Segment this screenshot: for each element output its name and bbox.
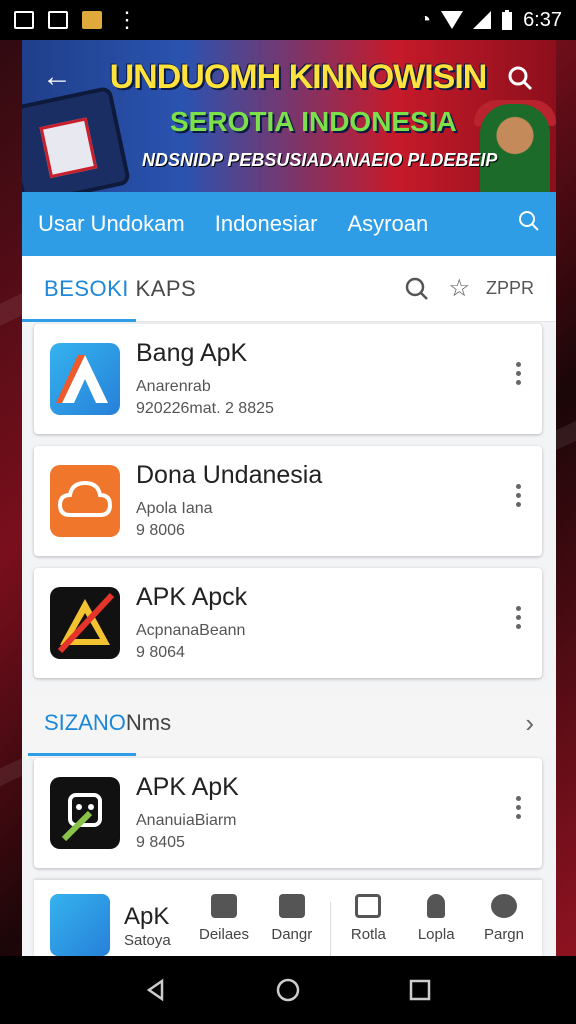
app-meta: 920226mat. 2 8825 (136, 399, 274, 417)
more-vert-icon[interactable] (516, 484, 524, 507)
robot-icon (50, 777, 120, 849)
camera-icon (211, 894, 237, 918)
app-card[interactable]: APK ApK AnanuiaBiarm 9 8405 (34, 758, 542, 868)
search-icon[interactable] (500, 58, 540, 98)
app-name: APK Apck (136, 582, 248, 611)
wifi-icon (441, 11, 464, 29)
gallery-icon (48, 11, 68, 29)
tab-underline (22, 319, 136, 322)
featured-app-name: ApK (124, 902, 170, 930)
app-developer: Anarenrab (136, 377, 211, 395)
more-vert-icon[interactable] (516, 606, 524, 629)
app-window: ← UNDUOMH KINNOWISIN SEROTIA INDONESIA N… (22, 40, 556, 956)
app-meta: 9 8006 (136, 521, 185, 539)
app-icon (82, 11, 102, 29)
alarm-icon: ◔ (418, 8, 432, 31)
app-developer: AcpnanaBeann (136, 621, 246, 639)
tab-bar: Usar Undokam Indonesiar Asyroan (22, 192, 556, 256)
section-title: SIZANONms (44, 710, 172, 735)
nav-item-deilaes[interactable]: Deilaes (194, 894, 254, 956)
app-name: APK ApK (136, 772, 239, 801)
more-vert-icon[interactable] (516, 796, 524, 819)
status-bar: ⋮ ◔ 6:37 (0, 0, 576, 40)
nav-item-lopla[interactable]: Lopla (406, 894, 466, 956)
home-icon[interactable] (275, 977, 301, 1003)
square-icon (355, 894, 382, 918)
arrow-back-icon[interactable]: ← (42, 60, 72, 94)
app-name: Bang ApK (136, 338, 248, 367)
app-meta: 9 8405 (136, 833, 185, 851)
photo-icon (14, 11, 34, 29)
bottom-navigation: ApK Satoya Deilaes Dangr Rotla Lopla Par… (34, 880, 542, 956)
banner-subtitle: SEROTIA INDONESIA (170, 106, 457, 137)
header-banner: ← UNDUOMH KINNOWISIN SEROTIA INDONESIA N… (22, 40, 556, 192)
signal-icon (473, 11, 492, 29)
app-card[interactable]: Dona Undanesia Apola Iana 9 8006 (34, 446, 542, 556)
tab-underline (28, 753, 136, 756)
section-header-secondary[interactable]: SIZANONms › (22, 690, 556, 756)
app-store-icon (50, 343, 120, 415)
cloud-icon (50, 465, 120, 537)
more-vert-icon: ⋮ (116, 7, 138, 32)
nav-label: Lopla (417, 926, 455, 943)
star-icon[interactable]: ☆ (448, 274, 470, 303)
featured-app-label: Satoya (124, 931, 171, 949)
nav-item-pargn[interactable]: Pargn (474, 894, 534, 956)
nav-label: Dangr (271, 926, 313, 943)
featured-app[interactable]: ApK Satoya (34, 880, 184, 956)
back-icon[interactable] (144, 978, 168, 1002)
app-name: Dona Undanesia (136, 460, 323, 489)
app-store-icon (50, 894, 110, 956)
nav-label: Deilaes (198, 926, 250, 943)
nav-item-dangr[interactable]: Dangr (262, 894, 322, 956)
chart-icon (278, 894, 305, 918)
app-meta: 9 8064 (136, 643, 185, 661)
app-card[interactable]: APK Apck AcpnanaBeann 9 8064 (34, 568, 542, 678)
divider (329, 902, 331, 956)
section-action-label[interactable]: ZPPR (486, 278, 534, 299)
app-card[interactable]: Bang ApK Anarenrab 920226mat. 2 8825 (34, 324, 542, 434)
banner-title: UNDUOMH KINNOWISIN (109, 58, 488, 96)
section-title: BESOKI KAPS (44, 275, 197, 301)
nav-label: Pargn (483, 926, 524, 943)
search-icon[interactable] (518, 210, 540, 238)
tab-usar-undokam[interactable]: Usar Undokam (38, 211, 185, 237)
app-developer: AnanuiaBiarm (136, 811, 237, 829)
battery-icon (502, 10, 513, 30)
system-navigation-bar (0, 956, 576, 1024)
app-developer: Apola Iana (136, 499, 213, 517)
phone-illustration (22, 85, 132, 192)
person-illustration (480, 104, 550, 192)
nav-item-rotla[interactable]: Rotla (338, 894, 398, 956)
recents-icon[interactable] (408, 978, 432, 1002)
tab-asyroan[interactable]: Asyroan (347, 211, 428, 237)
tab-indonesiar[interactable]: Indonesiar (215, 211, 318, 237)
gear-icon (490, 894, 517, 918)
clock: 6:37 (523, 8, 562, 31)
banner-tagline: NDSNIDP PEBSUSIADANAEIO PLDEBEIP (142, 150, 498, 170)
nav-label: Rotla (350, 926, 386, 943)
section-header-apps: BESOKI KAPS ☆ ZPPR (22, 256, 556, 322)
search-icon[interactable] (404, 276, 432, 302)
bookmark-icon (427, 894, 446, 918)
chevron-right-icon[interactable]: › (525, 708, 534, 739)
apk-emblem-icon (50, 587, 120, 659)
more-vert-icon[interactable] (516, 362, 524, 385)
